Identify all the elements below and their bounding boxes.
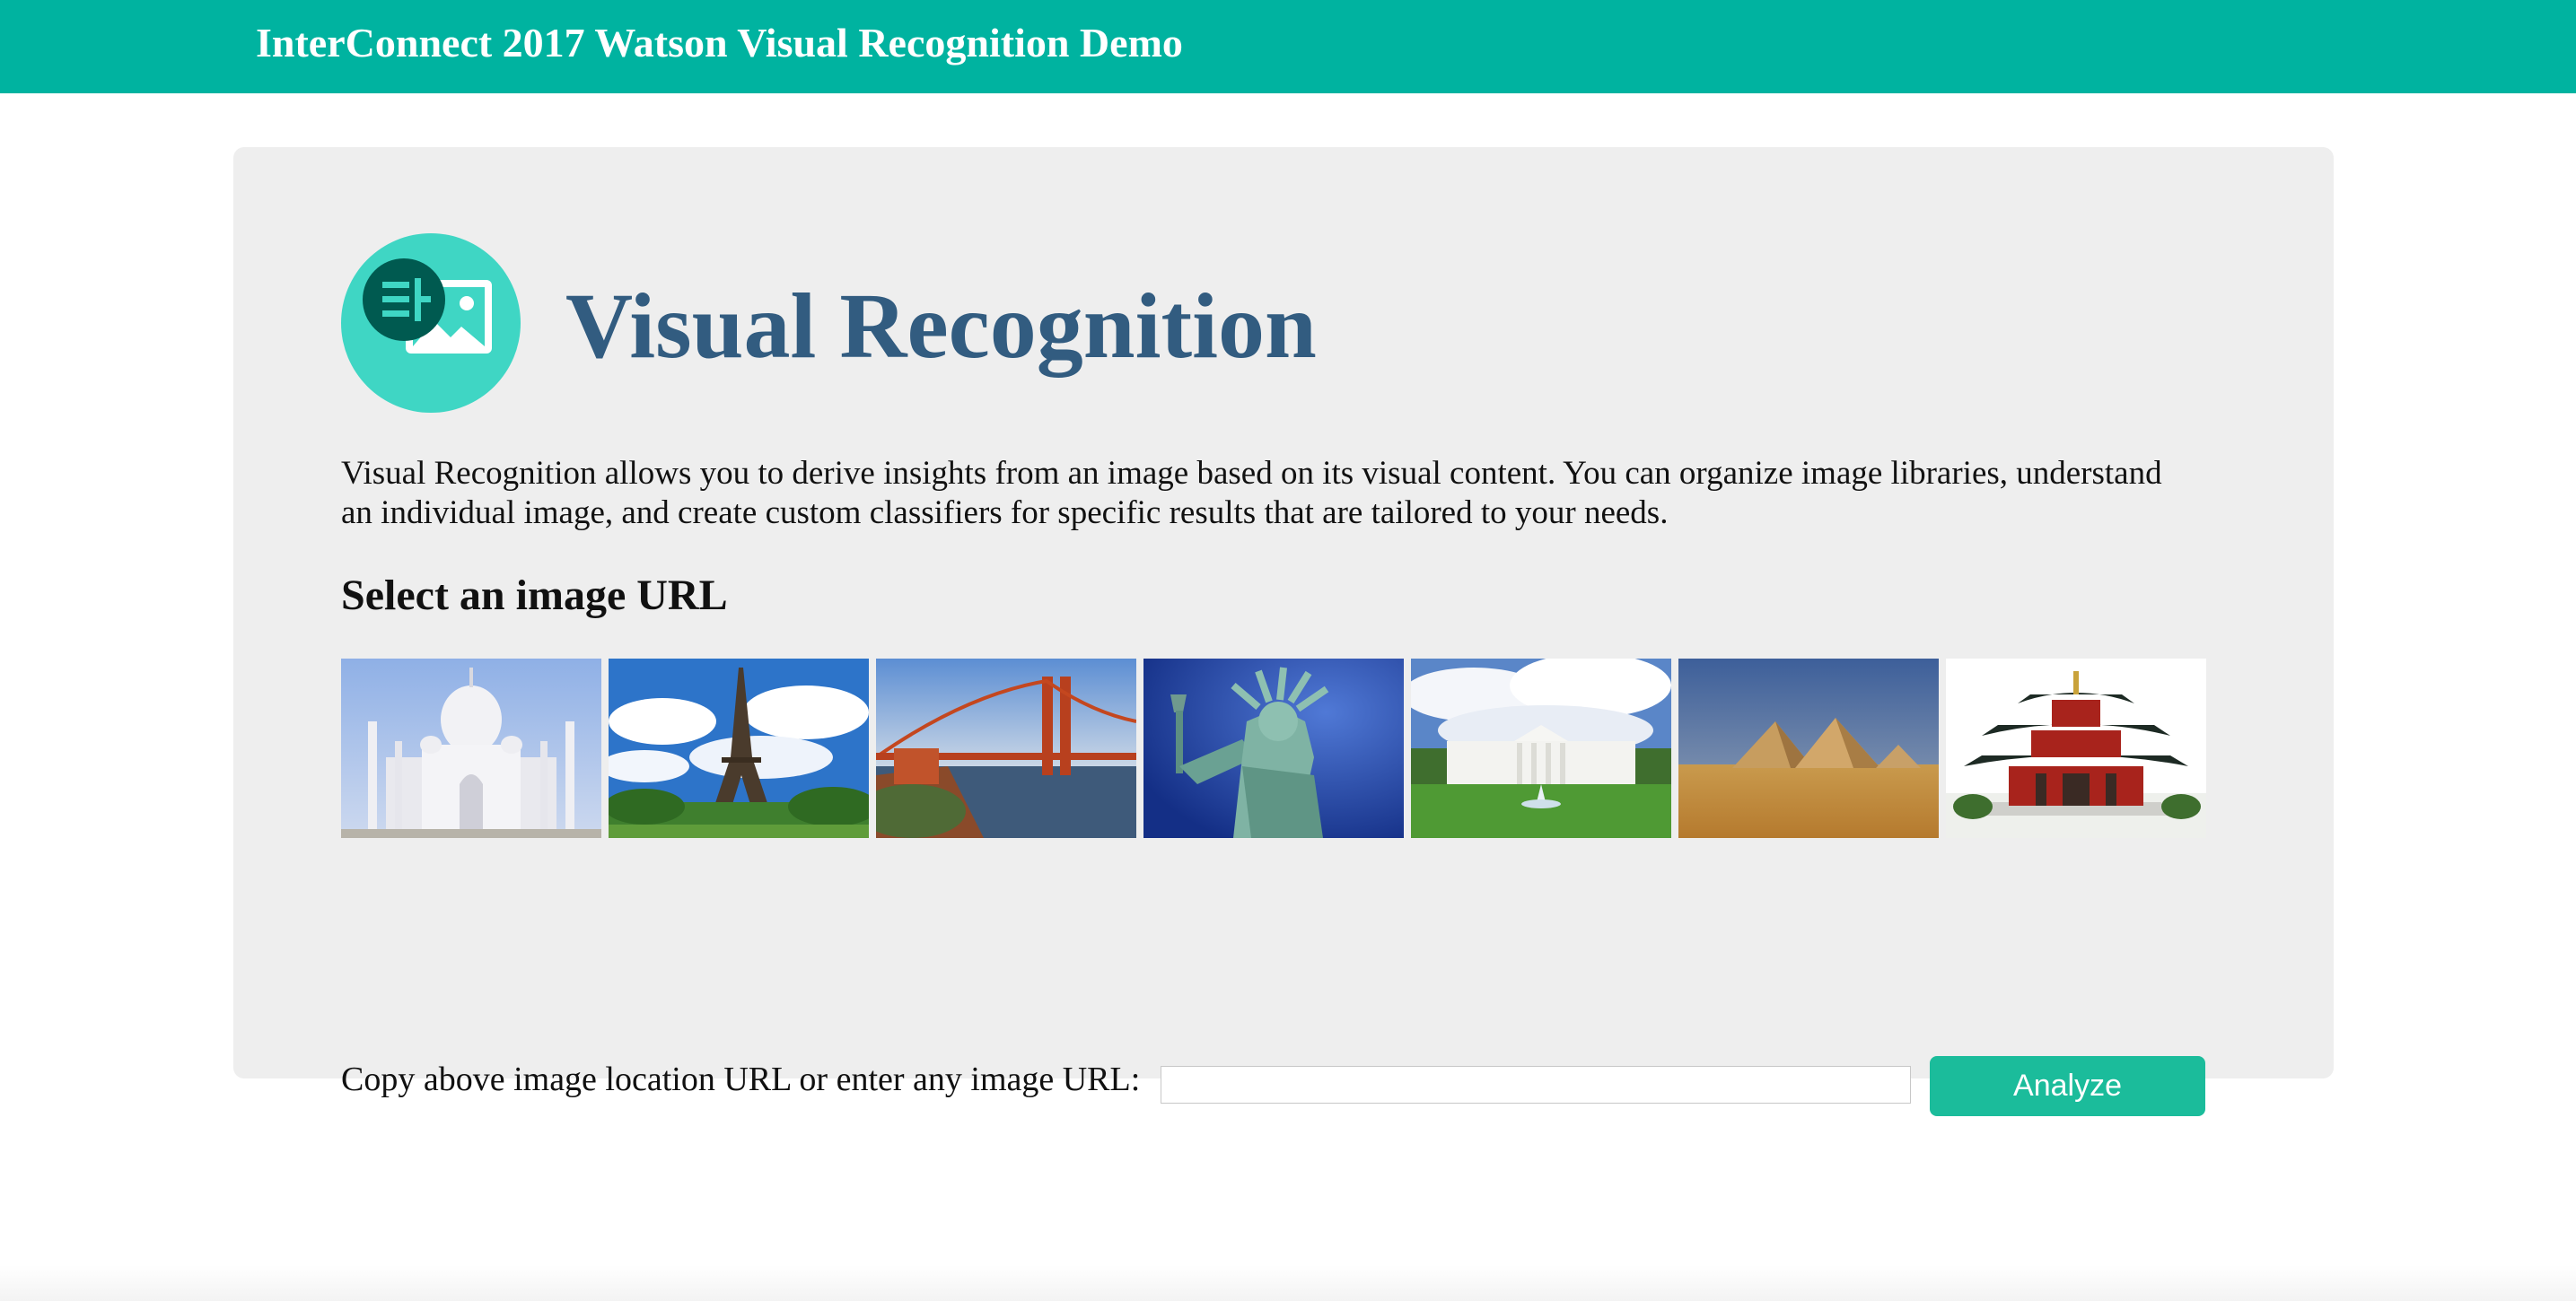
main-panel: Visual Recognition Visual Recognition al…	[233, 147, 2334, 1116]
top-header-bar: InterConnect 2017 Watson Visual Recognit…	[0, 0, 2576, 93]
thumbnail-statue-of-liberty[interactable]	[1143, 659, 1404, 838]
thumbnail-eiffel-tower[interactable]	[609, 659, 869, 838]
image-url-input[interactable]	[1161, 1066, 1911, 1104]
select-image-heading: Select an image URL	[341, 572, 728, 619]
thumbnail-chinese-pagoda[interactable]	[1946, 659, 2206, 838]
thumbnail-white-house[interactable]	[1411, 659, 1671, 838]
footer-shadow	[0, 1265, 2576, 1301]
thumbnail-pyramids[interactable]	[1678, 659, 1939, 838]
image-url-label: Copy above image location URL or enter a…	[341, 1061, 1141, 1098]
image-gallery	[341, 659, 2210, 838]
analyze-button[interactable]: Analyze	[1930, 1056, 2205, 1116]
thumbnail-taj-mahal[interactable]	[341, 659, 601, 838]
app-title: InterConnect 2017 Watson Visual Recognit…	[256, 20, 1183, 65]
thumbnail-golden-gate-bridge[interactable]	[876, 659, 1136, 838]
page-title: Visual Recognition	[565, 275, 1317, 378]
intro-description: Visual Recognition allows you to derive …	[341, 455, 2162, 531]
visual-recognition-logo-icon	[341, 233, 521, 413]
